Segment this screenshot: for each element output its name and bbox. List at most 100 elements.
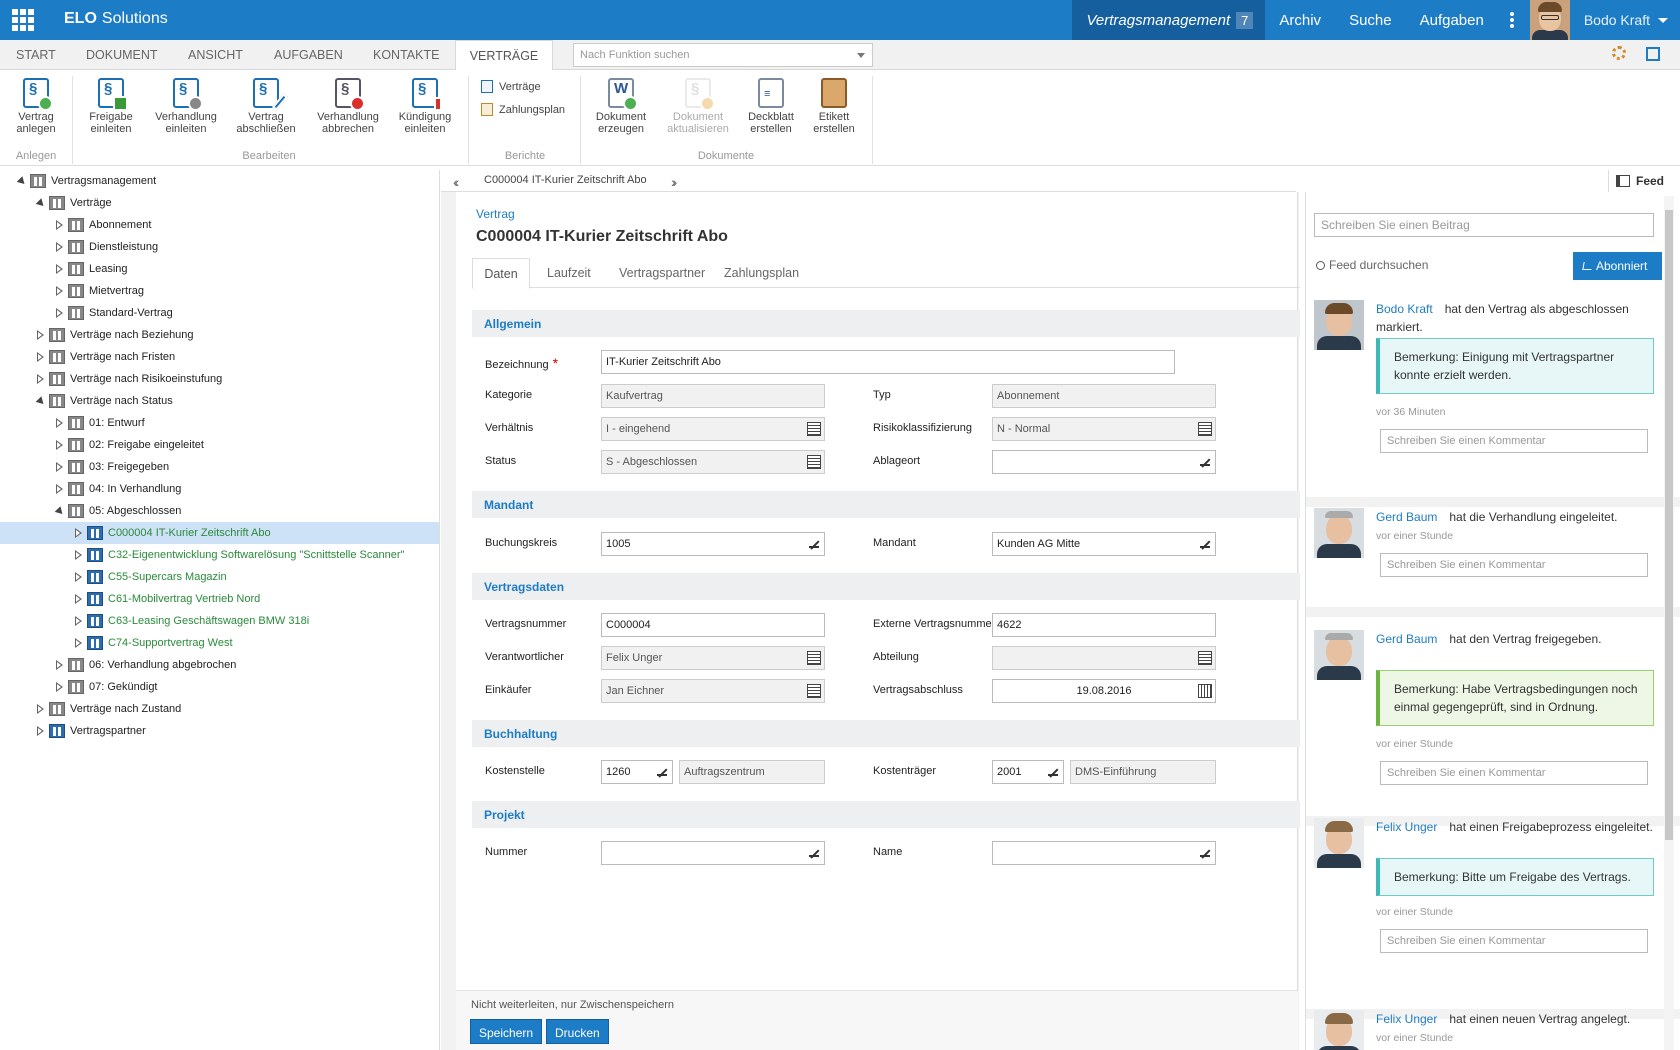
projekt-name-field[interactable] xyxy=(992,841,1216,865)
feed-scrollbar-thumb[interactable] xyxy=(1665,210,1673,840)
vertragsnummer-field[interactable]: C000004 xyxy=(601,613,825,637)
tree-item[interactable]: C32-Eigenentwicklung Softwarelösung "Scn… xyxy=(0,544,439,566)
tab-zahlungsplan[interactable]: Zahlungsplan xyxy=(724,258,799,288)
tree-item[interactable]: Verträge nach Beziehung xyxy=(0,324,439,346)
avatar[interactable] xyxy=(1314,630,1364,680)
tree-item[interactable]: C63-Leasing Geschäftswagen BMW 318i xyxy=(0,610,439,632)
expand-arrow-icon[interactable] xyxy=(56,484,63,494)
expand-arrow-icon[interactable] xyxy=(75,572,82,582)
feed-post-input[interactable]: Schreiben Sie einen Beitrag xyxy=(1314,213,1654,237)
feed-author-link[interactable]: Felix Unger xyxy=(1376,820,1437,834)
feed-author-link[interactable]: Gerd Baum xyxy=(1376,632,1437,646)
double-chevron-left-icon[interactable]: ‹‹ xyxy=(453,174,460,190)
list-picker-icon[interactable] xyxy=(807,455,821,469)
list-picker-icon[interactable] xyxy=(807,684,821,698)
tree-item[interactable]: Abonnement xyxy=(0,214,439,236)
collapse-arrow-icon[interactable] xyxy=(54,506,66,517)
dokument-aktualisieren-button[interactable]: § Dokument aktualisieren xyxy=(662,78,734,135)
tree-item[interactable]: 06: Verhandlung abgebrochen xyxy=(0,654,439,676)
tree-item[interactable]: Vertragsmanagement xyxy=(0,170,439,192)
comment-input[interactable]: Schreiben Sie einen Kommentar xyxy=(1380,761,1648,785)
expand-arrow-icon[interactable] xyxy=(75,616,82,626)
app-launcher-icon[interactable] xyxy=(12,9,34,31)
edit-pencil-icon[interactable] xyxy=(1048,766,1058,776)
tree-item[interactable]: 05: Abgeschlossen xyxy=(0,500,439,522)
bezeichnung-field[interactable]: IT-Kurier Zeitschrift Abo xyxy=(601,350,1175,374)
expand-arrow-icon[interactable] xyxy=(56,220,63,230)
bericht-vertraege-button[interactable]: Verträge xyxy=(481,80,541,93)
tab-vertraege[interactable]: VERTRÄGE xyxy=(455,40,553,71)
expand-arrow-icon[interactable] xyxy=(37,374,44,384)
list-picker-icon[interactable] xyxy=(1198,422,1212,436)
buchungskreis-field[interactable]: 1005 xyxy=(601,532,825,556)
double-chevron-right-icon[interactable]: ›› xyxy=(671,174,678,190)
nav-archiv[interactable]: Archiv xyxy=(1265,0,1335,40)
freigabe-einleiten-button[interactable]: § Freigabe einleiten xyxy=(80,78,142,135)
verhandlung-einleiten-button[interactable]: § Verhandlung einleiten xyxy=(150,78,222,135)
list-picker-icon[interactable] xyxy=(807,422,821,436)
tree-item[interactable]: Leasing xyxy=(0,258,439,280)
tree-item[interactable]: C55-Supercars Magazin xyxy=(0,566,439,588)
comment-input[interactable]: Schreiben Sie einen Kommentar xyxy=(1380,429,1648,453)
verhaeltnis-field[interactable]: I - eingehend xyxy=(601,417,825,441)
collapse-arrow-icon[interactable] xyxy=(16,176,28,187)
vertragsabschluss-field[interactable]: 19.08.2016 xyxy=(992,679,1216,703)
tree-item[interactable]: C74-Supportvertrag West xyxy=(0,632,439,654)
user-menu[interactable]: Bodo Kraft xyxy=(1570,0,1680,40)
tree-item[interactable]: Mietvertrag xyxy=(0,280,439,302)
expand-arrow-icon[interactable] xyxy=(75,528,82,538)
feed-author-link[interactable]: Gerd Baum xyxy=(1376,510,1437,524)
collapse-arrow-icon[interactable] xyxy=(35,396,47,407)
deckblatt-erstellen-button[interactable]: ≡ Deckblatt erstellen xyxy=(742,78,800,135)
feed-author-link[interactable]: Felix Unger xyxy=(1376,1012,1437,1026)
nav-aufgaben[interactable]: Aufgaben xyxy=(1406,0,1498,40)
collapse-arrow-icon[interactable] xyxy=(35,198,47,209)
settings-gear-icon[interactable] xyxy=(1612,46,1626,60)
comment-input[interactable]: Schreiben Sie einen Kommentar xyxy=(1380,929,1648,953)
risiko-field[interactable]: N - Normal xyxy=(992,417,1216,441)
expand-arrow-icon[interactable] xyxy=(75,550,82,560)
bericht-zahlungsplan-button[interactable]: Zahlungsplan xyxy=(481,103,565,116)
tab-kontakte[interactable]: KONTAKTE xyxy=(373,40,439,70)
kuendigung-einleiten-button[interactable]: § Kündigung einleiten xyxy=(392,78,458,135)
expand-arrow-icon[interactable] xyxy=(37,352,44,362)
expand-arrow-icon[interactable] xyxy=(56,264,63,274)
calendar-icon[interactable] xyxy=(1198,684,1212,698)
avatar[interactable] xyxy=(1314,508,1364,558)
verhandlung-abbrechen-button[interactable]: § Verhandlung abbrechen xyxy=(312,78,384,135)
status-field[interactable]: S - Abgeschlossen xyxy=(601,450,825,474)
expand-arrow-icon[interactable] xyxy=(75,638,82,648)
kostenstelle-field[interactable]: 1260 xyxy=(601,760,673,784)
print-button[interactable]: Drucken xyxy=(546,1019,609,1044)
expand-arrow-icon[interactable] xyxy=(37,330,44,340)
avatar[interactable] xyxy=(1314,818,1364,868)
tab-start[interactable]: START xyxy=(16,40,56,70)
nav-suche[interactable]: Suche xyxy=(1335,0,1406,40)
tab-ansicht[interactable]: ANSICHT xyxy=(188,40,243,70)
more-menu-icon[interactable] xyxy=(1502,0,1522,40)
kostentraeger-field[interactable]: 2001 xyxy=(992,760,1064,784)
tree-item[interactable]: Standard-Vertrag xyxy=(0,302,439,324)
tree-item[interactable]: C61-Mobilvertrag Vertrieb Nord xyxy=(0,588,439,610)
edit-pencil-icon[interactable] xyxy=(809,847,819,857)
einkaeufer-field[interactable]: Jan Eichner xyxy=(601,679,825,703)
expand-arrow-icon[interactable] xyxy=(56,682,63,692)
expand-arrow-icon[interactable] xyxy=(56,660,63,670)
tab-vertragspartner[interactable]: Vertragspartner xyxy=(619,258,705,288)
expand-arrow-icon[interactable] xyxy=(75,594,82,604)
expand-arrow-icon[interactable] xyxy=(56,242,63,252)
tree-item[interactable]: Verträge nach Zustand xyxy=(0,698,439,720)
breadcrumb[interactable]: Vertrag xyxy=(476,207,515,221)
tree-item[interactable]: Verträge xyxy=(0,192,439,214)
expand-arrow-icon[interactable] xyxy=(37,704,44,714)
function-search-input[interactable]: Nach Funktion suchen xyxy=(573,43,873,67)
abteilung-field[interactable] xyxy=(992,646,1216,670)
tree-item[interactable]: Verträge nach Risikoeinstufung xyxy=(0,368,439,390)
save-button[interactable]: Speichern xyxy=(470,1019,543,1044)
vertrag-abschliessen-button[interactable]: § Vertrag abschließen xyxy=(230,78,302,135)
tree-item[interactable]: 02: Freigabe eingeleitet xyxy=(0,434,439,456)
tab-dokument[interactable]: DOKUMENT xyxy=(86,40,158,70)
mandant-field[interactable]: Kunden AG Mitte xyxy=(992,532,1216,556)
list-picker-icon[interactable] xyxy=(1198,651,1212,665)
edit-pencil-icon[interactable] xyxy=(657,766,667,776)
